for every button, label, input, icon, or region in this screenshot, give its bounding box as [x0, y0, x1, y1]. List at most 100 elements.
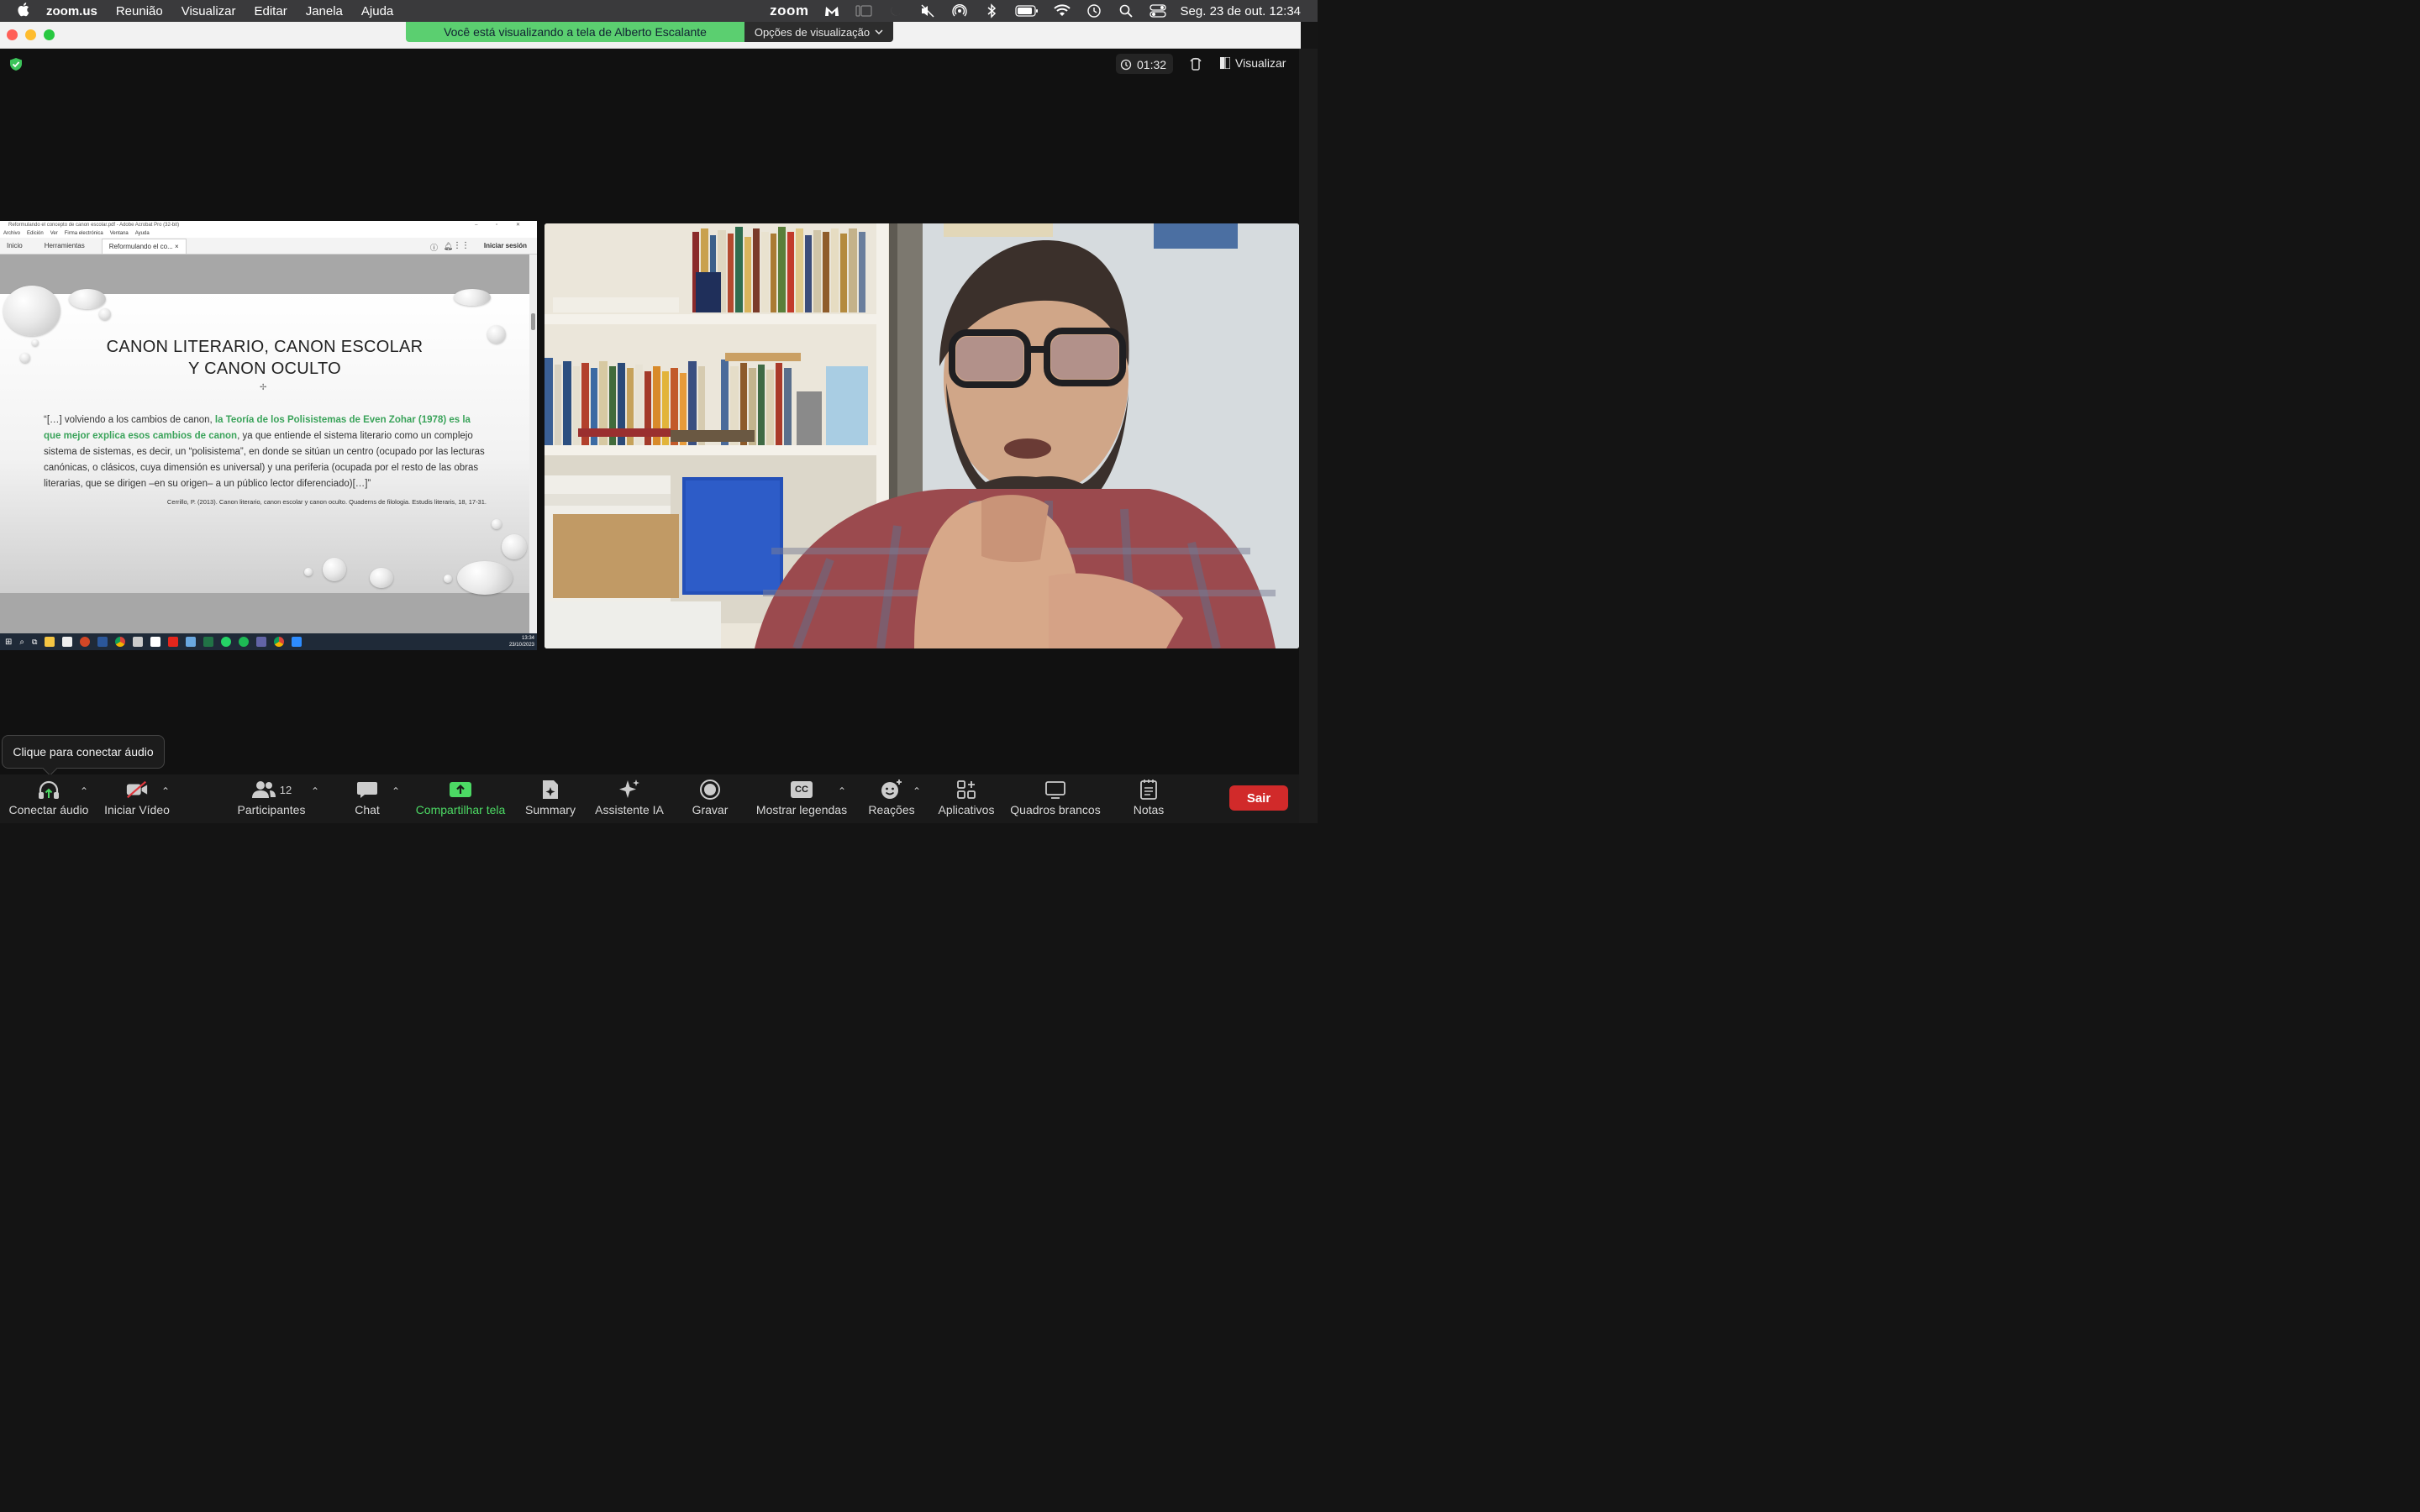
fullscreen-window-button[interactable]: [44, 29, 55, 40]
acrobat-menu-ver[interactable]: Ver: [50, 229, 58, 238]
time-machine-icon[interactable]: [1085, 3, 1103, 18]
pdf-scrollbar[interactable]: [529, 255, 537, 633]
pdf-viewport[interactable]: CANON LITERARIO, CANON ESCOLAR Y CANON O…: [0, 255, 529, 633]
share-screen-button[interactable]: Compartilhar tela: [415, 778, 506, 822]
acrobat-sign-in[interactable]: Iniciar sesión: [484, 242, 527, 249]
video-off-icon: [125, 778, 149, 801]
windows-start-icon[interactable]: ⊞: [5, 638, 12, 647]
reactions-button[interactable]: Reações: [868, 778, 915, 822]
clock-icon: [1120, 59, 1132, 71]
acrobat-title: Reformulando el concepto de canon escola…: [8, 223, 180, 228]
spotlight-search-icon[interactable]: [1117, 3, 1135, 18]
bluetooth-icon[interactable]: [982, 3, 1001, 18]
apps-button[interactable]: Aplicativos: [937, 778, 996, 822]
leave-meeting-button[interactable]: Sair: [1229, 785, 1288, 811]
chrome-icon[interactable]: [274, 637, 285, 647]
spotify-icon[interactable]: [239, 637, 250, 647]
menu-janela[interactable]: Janela: [306, 4, 343, 18]
notes-icon: [1137, 778, 1160, 801]
record-button[interactable]: Gravar: [691, 778, 729, 822]
control-center-icon[interactable]: [1149, 3, 1167, 18]
battery-icon[interactable]: [1014, 3, 1039, 18]
quote-start: “[…] volviendo a los cambios de canon,: [44, 415, 215, 425]
encryption-shield-icon[interactable]: [9, 57, 23, 71]
scrollbar-thumb[interactable]: [531, 313, 535, 330]
shared-screen[interactable]: Reformulando el concepto de canon escola…: [0, 221, 537, 650]
help-icon[interactable]: ⓘ: [430, 242, 438, 253]
menu-editar[interactable]: Editar: [255, 4, 287, 18]
acrobat-tab-inicio[interactable]: Inicio: [0, 239, 29, 254]
malwarebytes-icon[interactable]: [823, 3, 841, 18]
zoom-app-icon[interactable]: [292, 637, 302, 647]
view-options-label: Opções de visualização: [754, 25, 871, 39]
taskbar-time: 13:34: [521, 636, 534, 641]
participants-button[interactable]: 12 Participantes: [237, 778, 306, 822]
powerpoint-icon[interactable]: [80, 637, 91, 647]
task-view-icon[interactable]: ⧉: [32, 638, 37, 647]
reactions-options-caret-icon[interactable]: ⌃: [913, 785, 923, 797]
menu-ajuda[interactable]: Ajuda: [361, 4, 393, 18]
acrobat-tab-herramientas[interactable]: Herramientas: [38, 239, 92, 254]
acrobat-menu-firma[interactable]: Firma electrónica: [65, 229, 103, 238]
stage-manager-icon[interactable]: [855, 3, 873, 18]
view-options-dropdown[interactable]: Opções de visualização: [744, 22, 893, 42]
summary-label: Summary: [525, 803, 576, 816]
acrobat-menu-edicion[interactable]: Edición: [27, 229, 44, 238]
acrobat-menu-ventana[interactable]: Ventana: [110, 229, 129, 238]
connect-audio-button[interactable]: Conectar áudio: [8, 778, 90, 822]
acrobat-menu-bar: Archivo Edición Ver Firma electrónica Ve…: [0, 229, 537, 238]
mute-speaker-icon[interactable]: [918, 3, 937, 18]
acrobat-tab-document[interactable]: Reformulando el co... ×: [101, 239, 187, 254]
whatsapp-icon[interactable]: [221, 637, 232, 647]
acrobat-menu-ayuda[interactable]: Ayuda: [135, 229, 150, 238]
chrome-icon[interactable]: [115, 637, 126, 647]
moon-icon[interactable]: [886, 3, 905, 18]
wifi-icon[interactable]: [1053, 3, 1071, 18]
calculator-icon[interactable]: [133, 637, 144, 647]
water-drop: [492, 519, 502, 529]
apple-icon[interactable]: [17, 2, 29, 21]
word-icon[interactable]: [97, 637, 108, 647]
minimize-window-button[interactable]: [25, 29, 36, 40]
captions-options-caret-icon[interactable]: ⌃: [838, 785, 848, 797]
file-explorer-icon[interactable]: [45, 637, 55, 647]
view-layout-label: Visualizar: [1235, 56, 1286, 70]
app-icon[interactable]: [186, 637, 197, 647]
cc-text: CC: [795, 785, 808, 795]
acrobat-title-bar: Reformulando el concepto de canon escola…: [0, 221, 537, 229]
excel-icon[interactable]: [203, 637, 214, 647]
show-captions-button[interactable]: CC Mostrar legendas: [755, 778, 848, 822]
chat-options-caret-icon[interactable]: ⌃: [392, 785, 402, 797]
teams-icon[interactable]: [256, 637, 267, 647]
windows-search-icon[interactable]: ⌕: [19, 638, 24, 647]
acrobat-icon[interactable]: [168, 637, 179, 647]
close-window-button[interactable]: [7, 29, 18, 40]
zoom-status-logo[interactable]: zoom: [770, 3, 808, 19]
record-status-icon[interactable]: [1188, 56, 1203, 71]
notes-button[interactable]: Notas: [1131, 778, 1166, 822]
audio-options-caret-icon[interactable]: ⌃: [80, 785, 90, 797]
meeting-timer[interactable]: 01:32: [1120, 56, 1166, 73]
menu-app-name[interactable]: zoom.us: [46, 4, 97, 18]
airdrop-icon[interactable]: [950, 3, 969, 18]
summary-button[interactable]: Summary: [523, 778, 577, 822]
acrobat-menu-archivo[interactable]: Archivo: [3, 229, 20, 238]
chat-button[interactable]: Chat: [350, 778, 384, 822]
close-tab-icon[interactable]: ×: [175, 243, 179, 250]
view-layout-button[interactable]: Visualizar: [1220, 56, 1286, 70]
ai-assistant-button[interactable]: Assistente IA: [593, 778, 666, 822]
menu-clock[interactable]: Seg. 23 de out. 12:34: [1181, 4, 1301, 18]
participants-options-caret-icon[interactable]: ⌃: [311, 785, 321, 797]
taskbar-clock[interactable]: 13:34 23/10/2023: [509, 635, 534, 648]
bell-icon[interactable]: 🔔︎: [444, 242, 453, 251]
mail-icon[interactable]: [150, 637, 161, 647]
whiteboards-button[interactable]: Quadros brancos: [1010, 778, 1101, 822]
menu-reuniao[interactable]: Reunião: [116, 4, 163, 18]
apps-grid-icon[interactable]: ⋮⋮: [453, 241, 470, 250]
start-video-button[interactable]: Iniciar Vídeo: [103, 778, 171, 822]
video-options-caret-icon[interactable]: ⌃: [161, 785, 171, 797]
participant-video[interactable]: [544, 223, 1299, 648]
start-video-label: Iniciar Vídeo: [104, 803, 170, 816]
store-icon[interactable]: [62, 637, 73, 647]
menu-visualizar[interactable]: Visualizar: [182, 4, 236, 18]
